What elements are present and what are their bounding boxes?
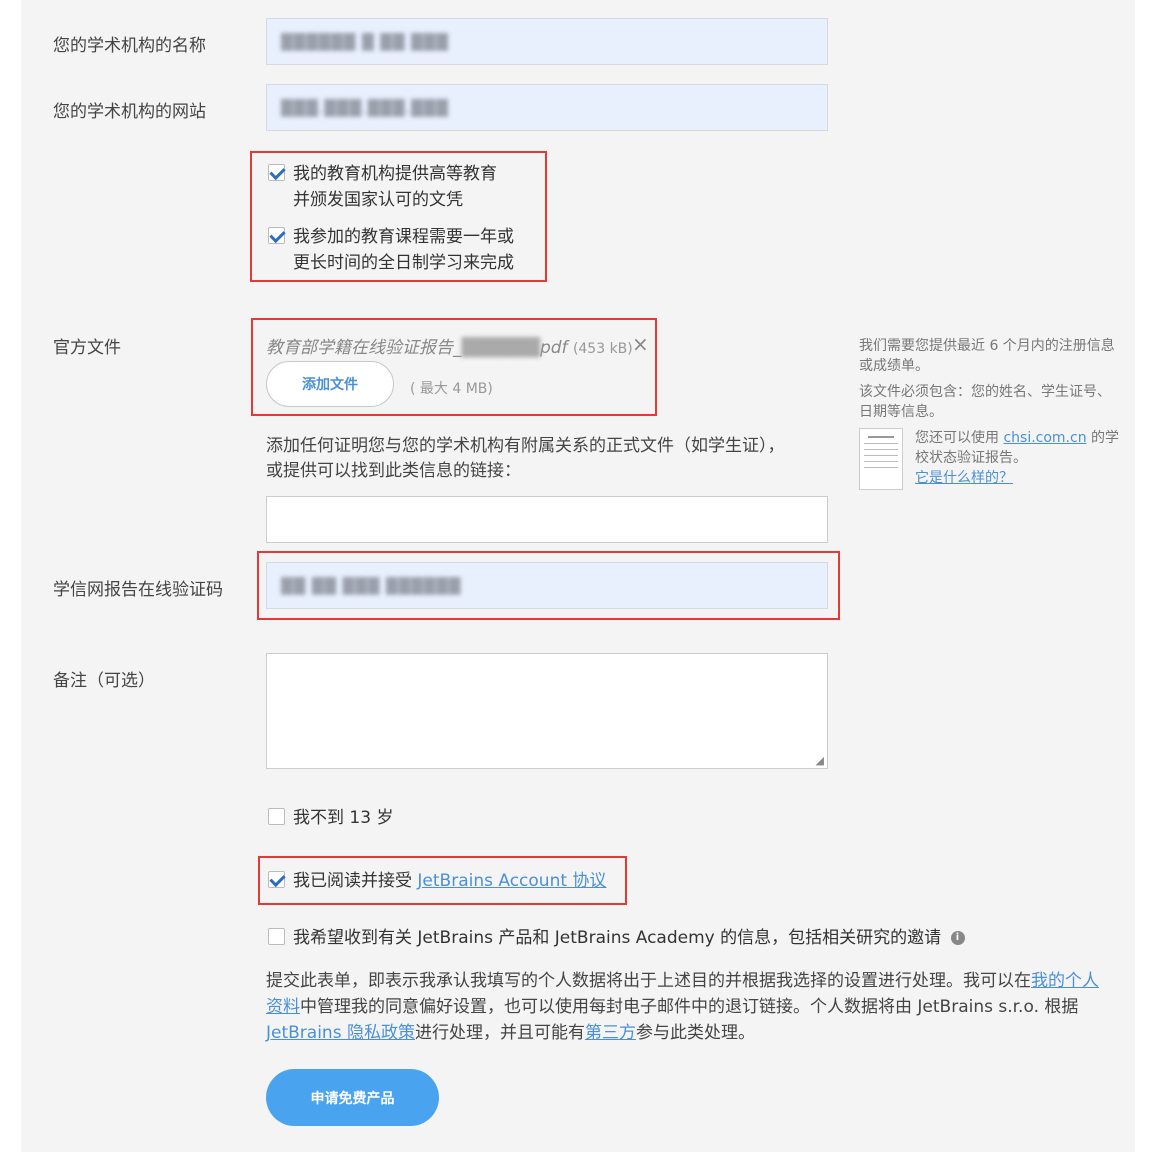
higher-education-label: 我的教育机构提供高等教育 并颁发国家认可的文凭 (293, 164, 497, 210)
uploaded-file: 教育部学籍在线验证报告_██████pdf (453 kB) (266, 333, 633, 358)
submit-button[interactable]: 申请免费产品 (266, 1069, 439, 1126)
privacy-policy-link[interactable]: JetBrains 隐私政策 (266, 1023, 415, 1043)
newsletter-checkbox[interactable] (268, 928, 285, 945)
chsi-code-value: ██ ██ ███ ██████ (281, 576, 462, 595)
institution-site-value: ███.███.███.███ (281, 98, 449, 117)
under13-checkbox[interactable] (268, 808, 285, 825)
registration-note: 我们需要您提供最近 6 个月内的注册信息或成绩单。 (859, 338, 1115, 374)
notes-textarea[interactable]: ◢ (266, 653, 828, 769)
third-party-link[interactable]: 第三方 (585, 1023, 636, 1043)
agree-checkbox[interactable] (268, 871, 285, 888)
docs-link-input[interactable] (266, 496, 828, 543)
account-agreement-link[interactable]: JetBrains Account 协议 (417, 871, 606, 891)
report-thumbnail[interactable] (859, 428, 903, 490)
max-size-note: ( 最大 4 MB) (410, 381, 493, 397)
chsi-code-input[interactable]: ██ ██ ███ ██████ (266, 562, 828, 609)
institution-name-value: ██████ █ ██ ███ (281, 32, 449, 51)
file-name: 教育部学籍在线验证报告_ (266, 338, 462, 358)
file-extension: pdf (539, 338, 568, 358)
docs-hint: 添加任何证明您与您的学术机构有附属关系的正式文件（如学生证），或提供可以找到此类… (266, 436, 785, 481)
resize-handle-icon[interactable]: ◢ (816, 754, 824, 767)
institution-name-label: 您的学术机构的名称 (53, 36, 206, 56)
chsi-link[interactable]: chsi.com.cn (1003, 430, 1086, 446)
fulltime-study-checkbox[interactable] (268, 227, 285, 244)
chsi-note: 您还可以使用 chsi.com.cn 的学校状态验证报告。 它是什么样的？ (915, 430, 1120, 486)
remove-file-icon[interactable]: × (632, 332, 649, 356)
add-file-button[interactable]: 添加文件 (266, 361, 394, 407)
agree-label: 我已阅读并接受 JetBrains Account 协议 (293, 871, 607, 891)
fulltime-study-label: 我参加的教育课程需要一年或 更长时间的全日制学习来完成 (293, 227, 514, 273)
privacy-text: 提交此表单，即表示我承认我填写的个人数据将出于上述目的并根据我选择的设置进行处理… (266, 971, 1099, 1043)
higher-education-checkbox[interactable] (268, 164, 285, 181)
content-note: 该文件必须包含：您的姓名、学生证号、日期等信息。 (859, 384, 1111, 420)
info-icon[interactable]: i (950, 931, 965, 945)
institution-site-label: 您的学术机构的网站 (53, 102, 206, 122)
file-size: (453 kB) (572, 341, 633, 357)
under13-label: 我不到 13 岁 (293, 808, 394, 828)
file-name-blurred: ██████ (461, 338, 540, 358)
example-link[interactable]: 它是什么样的？ (915, 470, 1013, 486)
notes-label: 备注（可选） (53, 671, 155, 691)
official-docs-label: 官方文件 (53, 338, 121, 358)
newsletter-label: 我希望收到有关 JetBrains 产品和 JetBrains Academy … (293, 925, 965, 951)
institution-site-input[interactable]: ███.███.███.███ (266, 84, 828, 131)
institution-name-input[interactable]: ██████ █ ██ ███ (266, 18, 828, 65)
chsi-code-label: 学信网报告在线验证码 (53, 580, 223, 600)
